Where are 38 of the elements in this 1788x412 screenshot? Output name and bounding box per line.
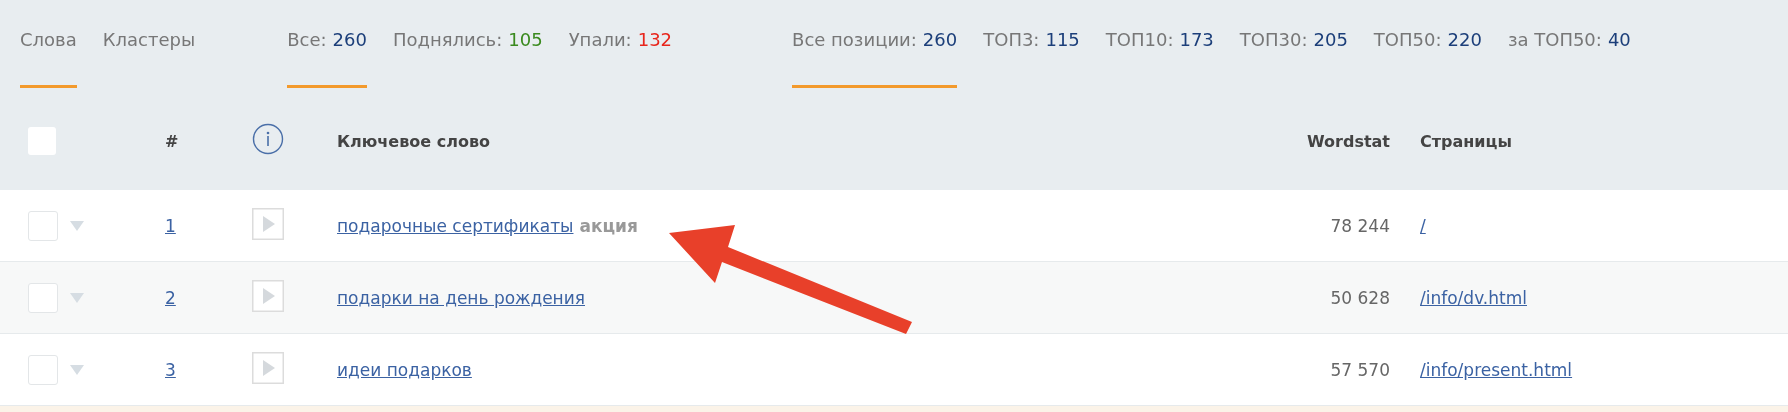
play-icon[interactable]	[252, 279, 284, 312]
row-number-link[interactable]: 3	[165, 359, 176, 380]
filter-tab[interactable]: ТОП3: 115	[983, 26, 1080, 88]
row-number-link[interactable]: 2	[165, 287, 176, 308]
column-header: #	[165, 131, 180, 151]
wordstat-cell-text: 57 570	[1329, 359, 1390, 380]
column-header: Страницы	[1419, 131, 1513, 151]
column-header: Ключевое слово	[337, 131, 492, 151]
keyword-tag: акция	[579, 215, 638, 236]
wordstat-cell-text: 50 628	[1329, 287, 1390, 308]
filter-tab[interactable]: за ТОП50: 40	[1507, 26, 1631, 88]
info-icon[interactable]	[252, 123, 284, 155]
page-link[interactable]: /info/present.html	[1420, 359, 1573, 380]
row-checkbox[interactable]	[28, 210, 58, 241]
row-checkbox[interactable]	[28, 354, 58, 385]
row-number-link[interactable]: 1	[165, 215, 176, 236]
filter-tab[interactable]: ТОП30: 205	[1239, 26, 1348, 88]
filter-tab[interactable]: Поднялись: 105	[392, 26, 543, 88]
wordstat-cell-text: 78 244	[1329, 215, 1390, 236]
keyword-link[interactable]: идеи подарков	[337, 359, 472, 380]
filter-tab[interactable]: Все: 260	[287, 26, 367, 88]
column-header: Wordstat	[1305, 131, 1390, 151]
filter-tab[interactable]: ТОП50: 220	[1373, 26, 1482, 88]
filter-tab[interactable]: Слова	[20, 26, 77, 88]
play-icon[interactable]	[252, 207, 284, 240]
filter-tab[interactable]: ТОП10: 173	[1105, 26, 1214, 88]
keyword-link[interactable]: подарочные сертификаты	[337, 215, 574, 236]
page-link[interactable]: /info/dv.html	[1420, 287, 1527, 308]
caret-icon[interactable]	[70, 292, 84, 303]
keyword-link[interactable]: подарки на день рождения	[337, 287, 585, 308]
caret-icon[interactable]	[70, 220, 84, 231]
filter-tab[interactable]: Кластеры	[102, 26, 196, 88]
filter-tab[interactable]: Все позиции: 260	[792, 26, 958, 88]
caret-icon[interactable]	[70, 364, 84, 375]
filter-tab[interactable]: Упали: 132	[568, 26, 673, 88]
play-icon[interactable]	[252, 351, 284, 384]
row-checkbox[interactable]	[28, 282, 58, 313]
page-link[interactable]: /	[1420, 215, 1426, 236]
